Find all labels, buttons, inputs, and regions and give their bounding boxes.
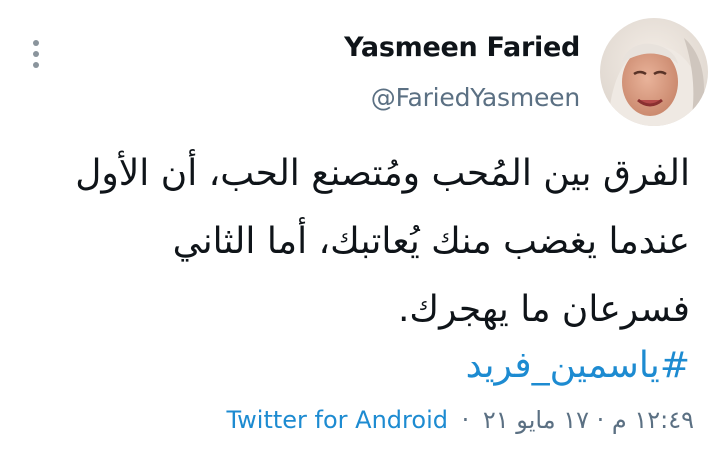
tweet-meta: Twitter for Android · ١٢:٤٩ م · ١٧ مايو … (226, 398, 694, 442)
tweet-text: الفرق بين المُحب ومُتصنع الحب، أن الأول … (50, 140, 690, 344)
tweet-card: Yasmeen Faried @FariedYasmeen الفرق بين … (0, 0, 720, 460)
more-dot (33, 51, 39, 57)
timestamp[interactable]: ١٢:٤٩ م · ١٧ مايو ٢١ (483, 406, 694, 434)
source-link[interactable]: Twitter for Android (226, 406, 447, 434)
avatar[interactable] (600, 18, 708, 126)
hashtag-link[interactable]: #ياسمين_فريد (466, 338, 690, 394)
more-options-icon[interactable] (28, 36, 44, 72)
tweet-text-line: فسرعان ما يهجرك. (397, 289, 690, 330)
tweet-text-line: عندما يغضب منك يُعاتبك، أما الثاني (172, 221, 690, 262)
more-dot (33, 40, 39, 46)
avatar-image (600, 18, 708, 126)
author-handle[interactable]: @FariedYasmeen (344, 78, 580, 118)
author-display-name[interactable]: Yasmeen Faried (344, 28, 580, 68)
meta-separator: · (461, 406, 470, 434)
tweet-text-line: الفرق بين المُحب ومُتصنع الحب، أن الأول (75, 153, 690, 194)
more-dot (33, 62, 39, 68)
author-info[interactable]: Yasmeen Faried @FariedYasmeen (344, 28, 580, 118)
